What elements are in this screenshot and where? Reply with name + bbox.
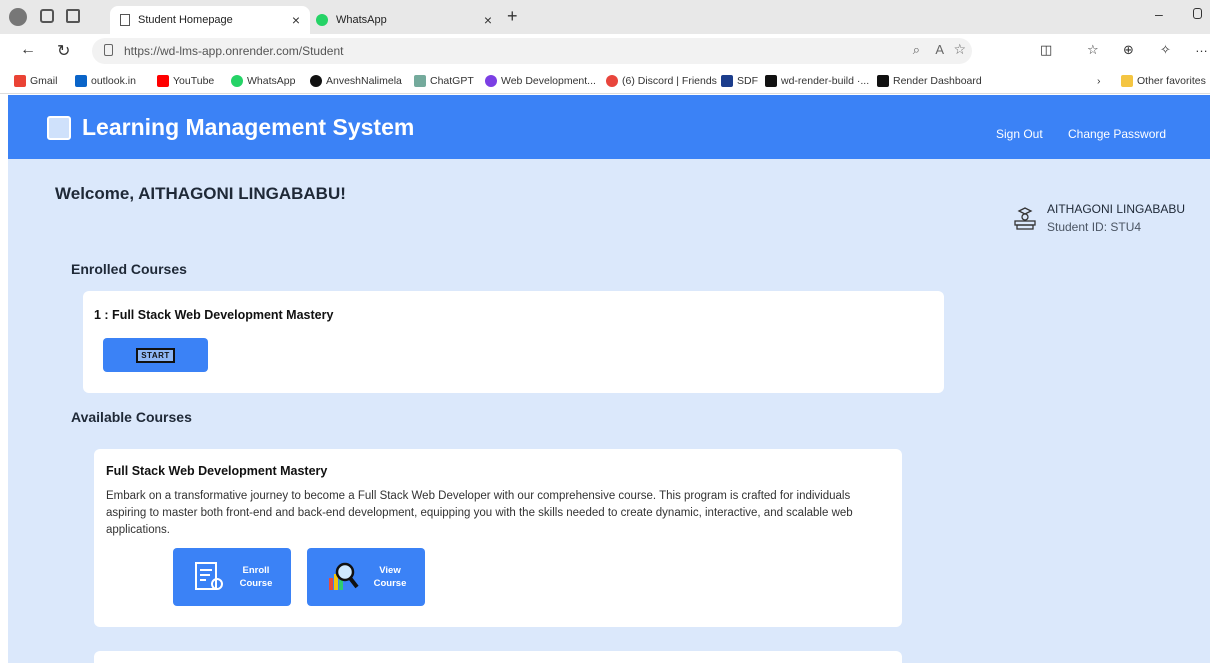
tab-student-homepage[interactable]: Student Homepage × [110,6,310,34]
bookmark-sdf[interactable]: SDF [721,75,758,87]
enroll-course-button[interactable]: Enroll Course [173,548,291,606]
page-icon [120,14,130,26]
start-label: START [136,347,175,363]
folder-icon [1121,75,1133,87]
bookmarks-bar: Gmail outlook.in YouTube WhatsApp Anvesh… [0,68,1210,94]
tab-label: WhatsApp [336,14,387,26]
available-course-card: Full Stack Web Development Mastery Embar… [94,449,902,627]
profile-student-id: Student ID: STU4 [1047,220,1142,234]
whatsapp-icon [316,14,328,26]
student-icon [1014,207,1036,230]
start-button[interactable]: START [103,338,208,372]
enrolled-courses-heading: Enrolled Courses [71,261,187,277]
enrolled-course-title: 1 : Full Stack Web Development Mastery [94,308,334,322]
browser-tab-bar: Student Homepage × WhatsApp × + – [0,0,1210,34]
profile-icon[interactable] [9,8,27,26]
bookmark-gmail[interactable]: Gmail [14,75,57,87]
bookmark-discord[interactable]: (6) Discord | Friends [606,75,717,87]
discord-icon [606,75,618,87]
available-courses-heading: Available Courses [71,409,192,425]
page-content: Learning Management System Sign Out Chan… [8,95,1210,663]
url-text: https://wd-lms-app.onrender.com/Student [124,44,344,58]
bookmark-outlook[interactable]: outlook.in [75,75,136,87]
collections-toolbar-icon[interactable]: ⊕ [1123,42,1134,58]
book-icon [47,116,71,140]
enrolled-course-card: 1 : Full Stack Web Development Mastery S… [83,291,944,393]
gmail-icon [14,75,26,87]
chatgpt-icon [414,75,426,87]
enroll-document-icon [194,562,223,590]
url-field[interactable]: https://wd-lms-app.onrender.com/Student … [92,38,972,64]
more-icon[interactable]: … [1195,40,1208,55]
read-aloud-icon[interactable]: A [935,42,944,57]
tab-actions-icon[interactable] [66,9,80,23]
whatsapp-icon [231,75,243,87]
search-icon[interactable]: ⌕ [913,42,920,58]
bookmark-wd-render-build[interactable]: wd-render-build ·... [765,75,869,87]
address-bar-row: ← ↻ https://wd-lms-app.onrender.com/Stud… [0,34,1210,68]
minimize-icon[interactable]: – [1155,6,1163,22]
web-dev-icon [485,75,497,87]
lock-icon [104,44,113,56]
split-screen-icon[interactable]: ◫ [1040,42,1052,58]
close-tab-icon[interactable]: × [292,12,300,28]
collections-icon[interactable] [40,9,54,23]
sdf-icon [721,75,733,87]
bookmark-chatgpt[interactable]: ChatGPT [414,75,474,87]
change-password-link[interactable]: Change Password [1068,127,1166,141]
view-label-course: Course [373,578,407,589]
available-course-card-next [94,651,902,663]
youtube-icon [157,75,169,87]
view-label: View [379,565,401,576]
render-icon [877,75,889,87]
sign-out-link[interactable]: Sign Out [996,127,1043,141]
favorites-icon[interactable]: ☆ [1087,42,1099,58]
close-tab-icon[interactable]: × [484,12,492,28]
bookmark-youtube[interactable]: YouTube [157,75,214,87]
render-icon [765,75,777,87]
github-icon [310,75,322,87]
chevron-right-icon[interactable]: › [1097,75,1101,87]
app-header: Learning Management System Sign Out Chan… [8,95,1210,159]
magnifier-icon [328,562,359,590]
new-tab-icon[interactable]: + [507,6,518,27]
profile-name: AITHAGONI LINGABABU [1047,202,1186,216]
tab-whatsapp[interactable]: WhatsApp × [306,6,506,34]
restore-icon[interactable] [1193,8,1202,19]
bookmark-web-development[interactable]: Web Development... [485,75,596,87]
bookmark-github[interactable]: AnveshNalimela [310,75,402,87]
enroll-label: Enroll [242,565,270,576]
extensions-icon[interactable]: ✧ [1160,42,1171,58]
refresh-icon[interactable]: ↻ [57,41,70,61]
course-description: Embark on a transformative journey to be… [106,490,853,536]
available-course-title: Full Stack Web Development Mastery [106,464,328,478]
welcome-heading: Welcome, AITHAGONI LINGABABU! [55,184,346,203]
tab-label: Student Homepage [138,14,233,26]
bookmark-whatsapp[interactable]: WhatsApp [231,75,295,87]
outlook-icon [75,75,87,87]
enroll-label-course: Course [239,578,273,589]
bookmark-other-favorites[interactable]: Other favorites [1121,75,1206,87]
view-course-button[interactable]: View Course [307,548,425,606]
back-icon[interactable]: ← [20,41,36,59]
app-title: Learning Management System [82,114,415,140]
favorite-star-icon[interactable]: ☆ [953,41,966,58]
bookmark-render-dashboard[interactable]: Render Dashboard [877,75,982,87]
